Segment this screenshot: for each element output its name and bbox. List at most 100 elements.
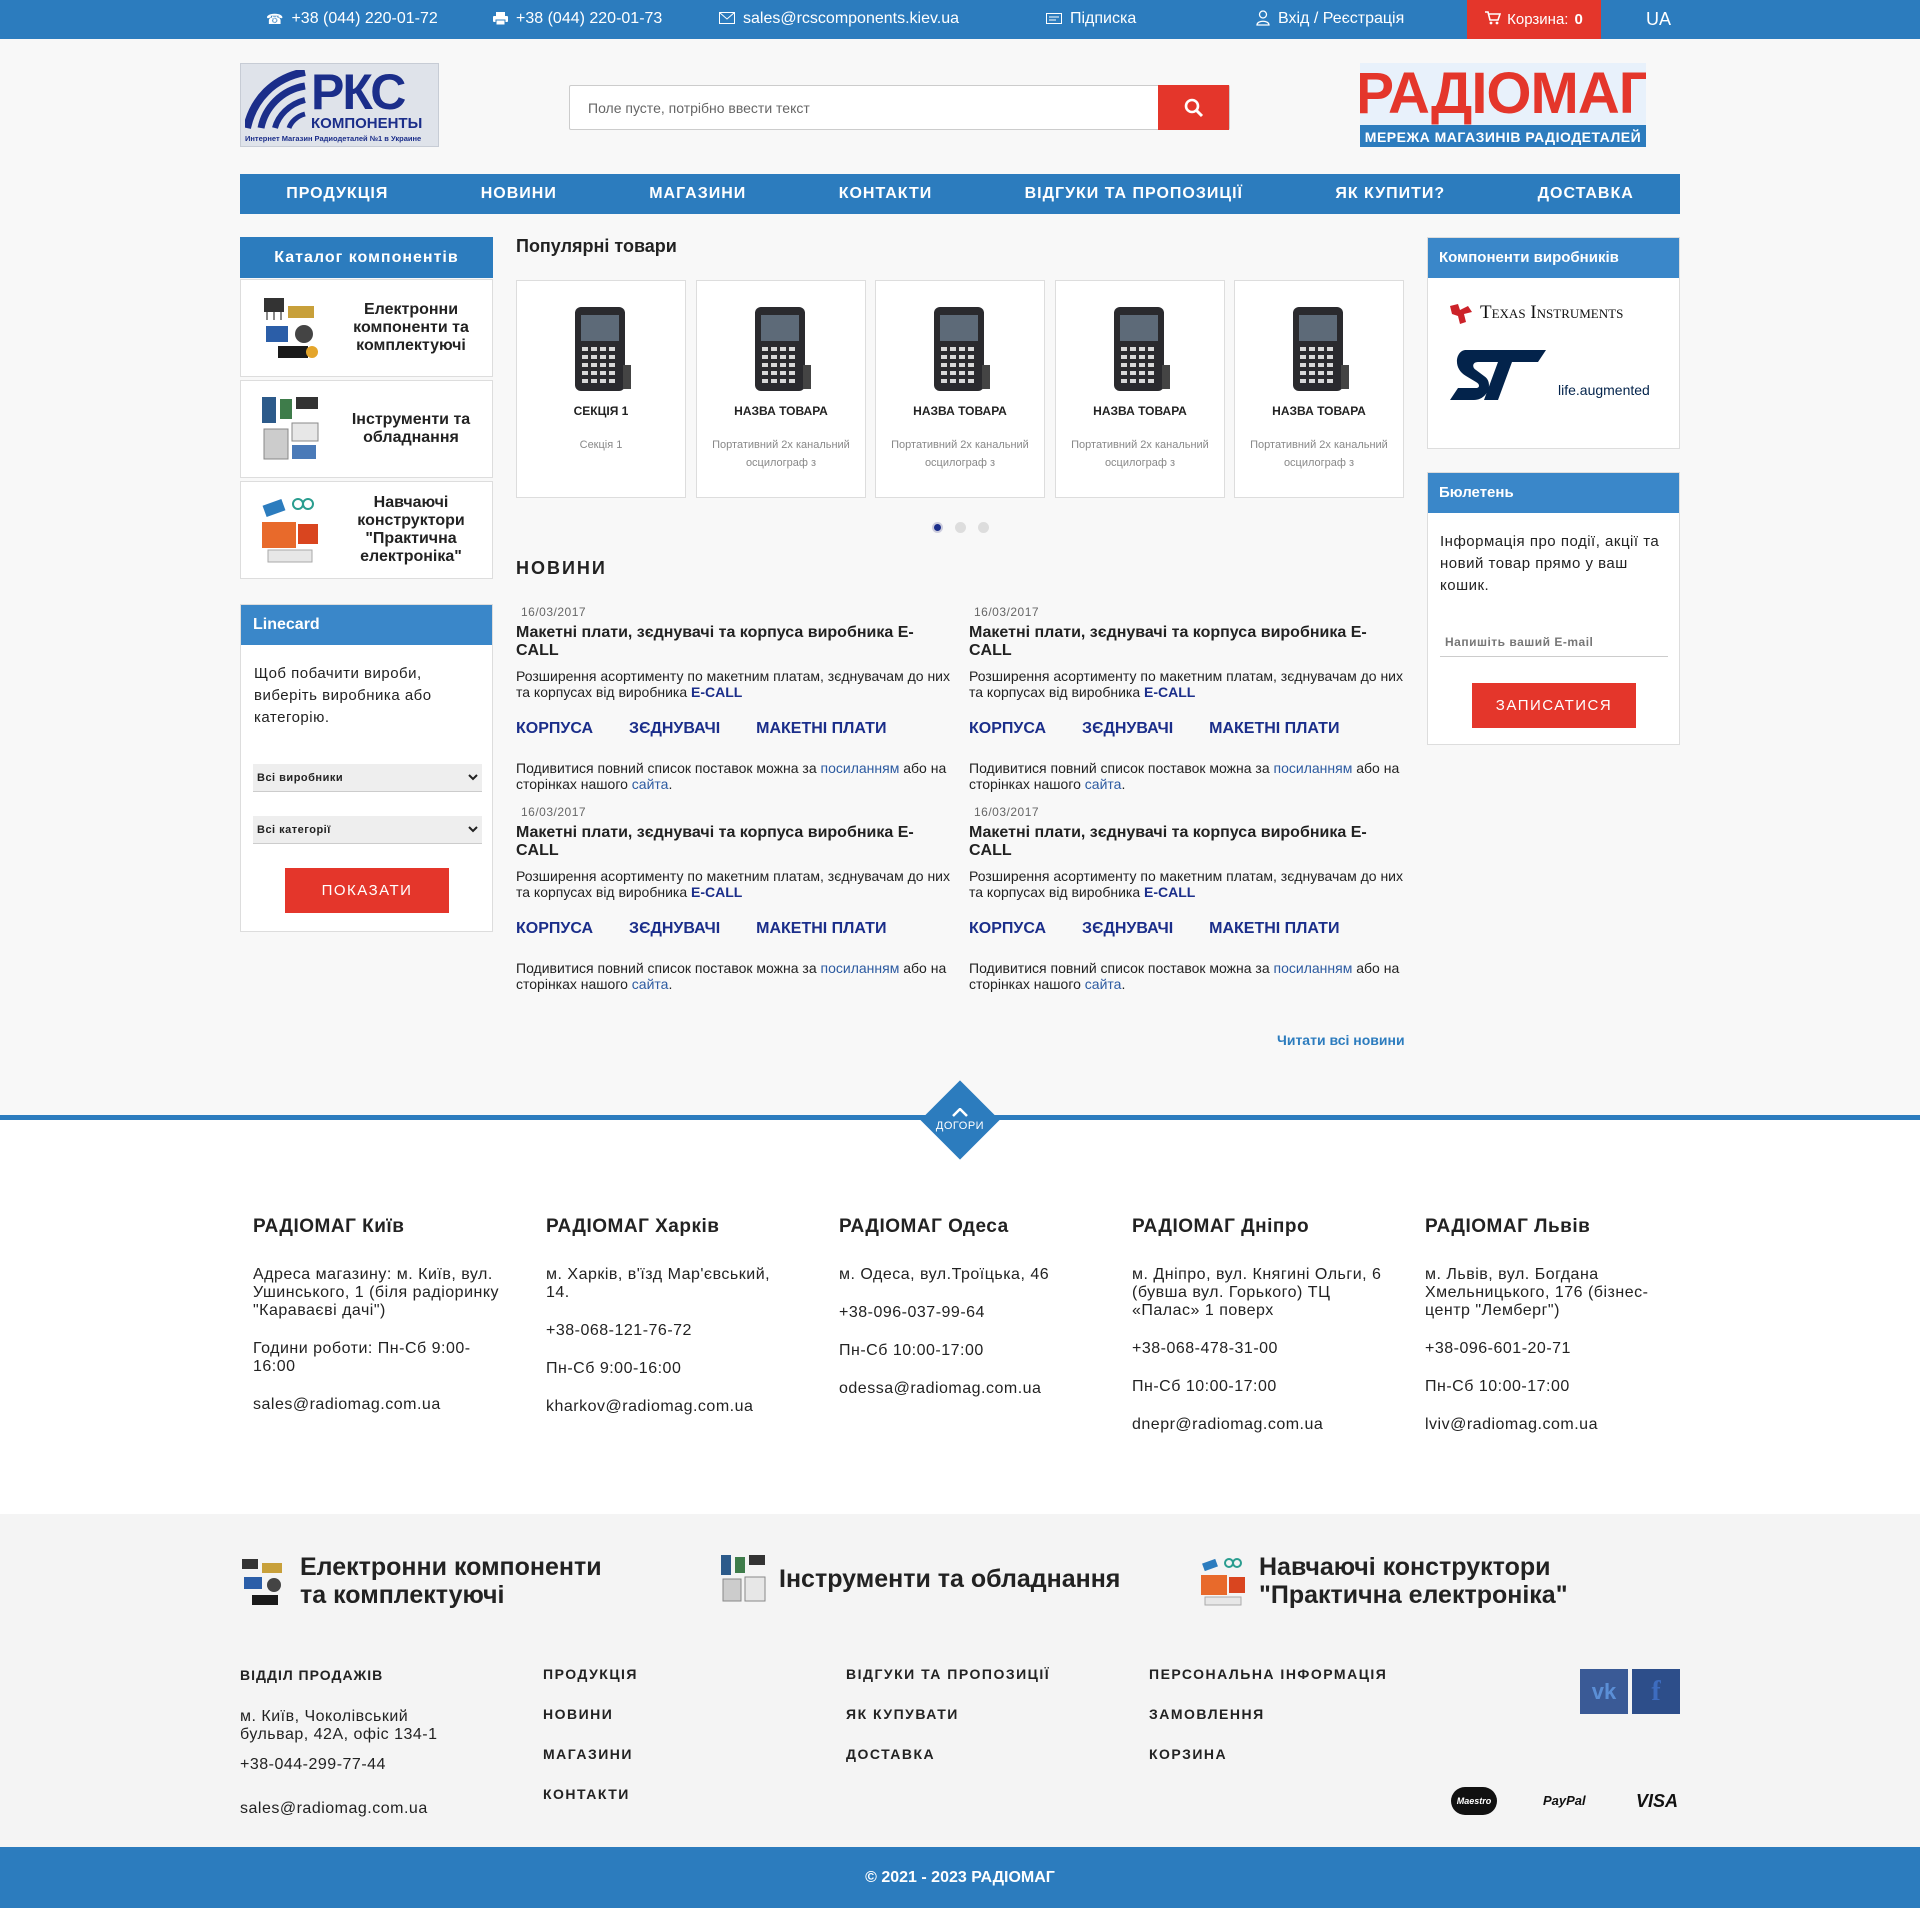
tag-breadboards[interactable]: МАКЕТНІ ПЛАТИ: [756, 920, 886, 938]
store-line[interactable]: lviv@radiomag.com.ua: [1425, 1416, 1675, 1434]
link-here[interactable]: посиланням: [821, 960, 900, 976]
logo-tagline: Интернет Магазин Радиодеталей №1 в Украи…: [245, 134, 422, 143]
cart-button[interactable]: Корзина: 0: [1467, 0, 1601, 39]
brand-link[interactable]: E-CALL: [1144, 884, 1195, 900]
search-button[interactable]: [1158, 85, 1229, 130]
news-heading[interactable]: Макетні плати, зєднувачі та корпуса виро…: [516, 624, 956, 660]
carousel-dot-1[interactable]: [932, 522, 943, 533]
language-switch[interactable]: UA: [1646, 9, 1671, 30]
news-heading[interactable]: Макетні плати, зєднувачі та корпуса виро…: [516, 824, 956, 860]
nav-delivery[interactable]: ДОСТАВКА: [1538, 185, 1634, 203]
footer-link-stores[interactable]: МАГАЗИНИ: [543, 1746, 638, 1762]
st-logo[interactable]: life.augmented: [1448, 348, 1650, 402]
footer-cat-components[interactable]: Електронни компоненти та комплектуючі: [240, 1553, 630, 1609]
tag-connectors[interactable]: ЗЄДНУВАЧІ: [1082, 920, 1173, 938]
footer-link-cart[interactable]: КОРЗИНА: [1149, 1746, 1387, 1762]
chevron-down-icon: [468, 826, 478, 833]
brand-link[interactable]: E-CALL: [691, 684, 742, 700]
store-line[interactable]: +38-068-121-76-72: [546, 1322, 796, 1340]
nav-products[interactable]: ПРОДУКЦІЯ: [286, 185, 388, 203]
facebook-button[interactable]: f: [1632, 1669, 1680, 1714]
nav-news[interactable]: НОВИНИ: [481, 185, 557, 203]
store-line[interactable]: sales@radiomag.com.ua: [253, 1396, 503, 1414]
footer-link-news[interactable]: НОВИНИ: [543, 1706, 638, 1722]
link-site[interactable]: сайта: [1085, 776, 1122, 792]
nav-stores[interactable]: МАГАЗИНИ: [649, 185, 746, 203]
store-line[interactable]: odessa@radiomag.com.ua: [839, 1380, 1089, 1398]
radiomag-logo[interactable]: РАДІОМАГ МЕРЕЖА МАГАЗИНІВ РАДІОДЕТАЛЕЙ: [1360, 63, 1646, 147]
phone-1[interactable]: ☎ +38 (044) 220-01-72: [266, 10, 438, 28]
product-card[interactable]: НАЗВА ТОВАРА Портативний 2х канальний осц…: [696, 280, 866, 498]
catalog-item-kits[interactable]: Навчаючі конструктори "Практична електро…: [240, 481, 493, 579]
product-name: НАЗВА ТОВАРА: [913, 404, 1007, 418]
link-here[interactable]: посиланням: [821, 760, 900, 776]
footer-link-products[interactable]: ПРОДУКЦІЯ: [543, 1666, 638, 1682]
footer-link-orders[interactable]: ЗАМОВЛЕННЯ: [1149, 1706, 1387, 1722]
brand-link[interactable]: E-CALL: [1144, 684, 1195, 700]
brand-link[interactable]: E-CALL: [691, 884, 742, 900]
footer-link-how-to-buy[interactable]: ЯК КУПУВАТИ: [846, 1706, 1050, 1722]
subscribe-link[interactable]: Підписка: [1046, 10, 1136, 28]
texas-instruments-logo[interactable]: Texas Instruments: [1448, 300, 1623, 326]
rks-logo[interactable]: РКС КОМПОНЕНТЫ Интернет Магазин Радиодет…: [240, 63, 439, 147]
tag-cases[interactable]: КОРПУСА: [969, 720, 1046, 738]
carousel-dot-2[interactable]: [955, 522, 966, 533]
vk-button[interactable]: vk: [1580, 1669, 1628, 1714]
news-heading[interactable]: Макетні плати, зєднувачі та корпуса виро…: [969, 624, 1409, 660]
tag-breadboards[interactable]: МАКЕТНІ ПЛАТИ: [756, 720, 886, 738]
email-field[interactable]: [1440, 627, 1668, 657]
product-name: НАЗВА ТОВАРА: [1093, 404, 1187, 418]
store-line[interactable]: +38-096-037-99-64: [839, 1304, 1089, 1322]
sales-phone[interactable]: +38-044-299-77-44: [240, 1756, 480, 1774]
store-title: РАДІОМАГ Дніпро: [1132, 1216, 1310, 1237]
store-line[interactable]: kharkov@radiomag.com.ua: [546, 1398, 796, 1416]
catalog-item-tools[interactable]: Інструменти та обладнання: [240, 380, 493, 478]
footer-link-reviews[interactable]: ВІДГУКИ ТА ПРОПОЗИЦІЇ: [846, 1666, 1050, 1682]
category-select[interactable]: Всі категорії: [253, 816, 482, 844]
phone-2[interactable]: +38 (044) 220-01-73: [493, 10, 662, 28]
tag-cases[interactable]: КОРПУСА: [969, 920, 1046, 938]
carousel-dot-3[interactable]: [978, 522, 989, 533]
oscilloscope-image: [1114, 307, 1170, 391]
footer-link-delivery[interactable]: ДОСТАВКА: [846, 1746, 1050, 1762]
link-site[interactable]: сайта: [632, 976, 669, 992]
tag-cases[interactable]: КОРПУСА: [516, 920, 593, 938]
store-title: РАДІОМАГ Харків: [546, 1216, 720, 1237]
subscribe-button[interactable]: ЗАПИСАТИСЯ: [1472, 683, 1636, 728]
link-here[interactable]: посиланням: [1274, 960, 1353, 976]
read-all-news-link[interactable]: Читати всі новини: [1277, 1032, 1405, 1048]
manufacturer-select[interactable]: Всі виробники: [253, 764, 482, 792]
search-input[interactable]: [570, 86, 1160, 129]
store-line[interactable]: +38-068-478-31-00: [1132, 1340, 1382, 1358]
tag-cases[interactable]: КОРПУСА: [516, 720, 593, 738]
tag-breadboards[interactable]: МАКЕТНІ ПЛАТИ: [1209, 720, 1339, 738]
sales-email[interactable]: sales@radiomag.com.ua: [240, 1800, 480, 1818]
link-site[interactable]: сайта: [1085, 976, 1122, 992]
footer-link-contacts[interactable]: КОНТАКТИ: [543, 1786, 638, 1802]
link-site[interactable]: сайта: [632, 776, 669, 792]
product-card[interactable]: НАЗВА ТОВАРА Портативний 2х канальний осц…: [1234, 280, 1404, 498]
email-link[interactable]: sales@rcscomponents.kiev.ua: [719, 10, 959, 28]
tag-breadboards[interactable]: МАКЕТНІ ПЛАТИ: [1209, 920, 1339, 938]
product-card[interactable]: НАЗВА ТОВАРА Портативний 2х канальний осц…: [875, 280, 1045, 498]
nav-contacts[interactable]: КОНТАКТИ: [839, 185, 933, 203]
show-button[interactable]: ПОКАЗАТИ: [285, 868, 449, 913]
news-heading[interactable]: Макетні плати, зєднувачі та корпуса виро…: [969, 824, 1409, 860]
tag-connectors[interactable]: ЗЄДНУВАЧІ: [1082, 720, 1173, 738]
footer-cat-kits[interactable]: Навчаючі конструктори "Практична електро…: [1199, 1553, 1579, 1609]
tag-connectors[interactable]: ЗЄДНУВАЧІ: [629, 720, 720, 738]
nav-how-to-buy[interactable]: ЯК КУПИТИ?: [1335, 185, 1445, 203]
link-here[interactable]: посиланням: [1274, 760, 1353, 776]
product-card[interactable]: НАЗВА ТОВАРА Портативний 2х канальний осц…: [1055, 280, 1225, 498]
product-card[interactable]: СЕКЦІЯ 1 Секція 1: [516, 280, 686, 498]
back-to-top-button[interactable]: ДОГОРИ: [919, 1079, 1001, 1161]
catalog-item-electronic-components[interactable]: Електронни компоненти та комплектуючі: [240, 279, 493, 377]
store-line[interactable]: +38-096-601-20-71: [1425, 1340, 1675, 1358]
store-line[interactable]: dnepr@radiomag.com.ua: [1132, 1416, 1382, 1434]
tag-connectors[interactable]: ЗЄДНУВАЧІ: [629, 920, 720, 938]
footer-cat-tools[interactable]: Інструменти та обладнання: [719, 1553, 1120, 1605]
news-item: 16/03/2017 Макетні плати, зєднувачі та ко…: [516, 605, 956, 792]
nav-reviews[interactable]: ВІДГУКИ ТА ПРОПОЗИЦІЇ: [1025, 185, 1243, 203]
footer-link-personal-info[interactable]: ПЕРСОНАЛЬНА ІНФОРМАЦІЯ: [1149, 1666, 1387, 1682]
login-link[interactable]: Вхід / Реєстрація: [1256, 10, 1404, 28]
